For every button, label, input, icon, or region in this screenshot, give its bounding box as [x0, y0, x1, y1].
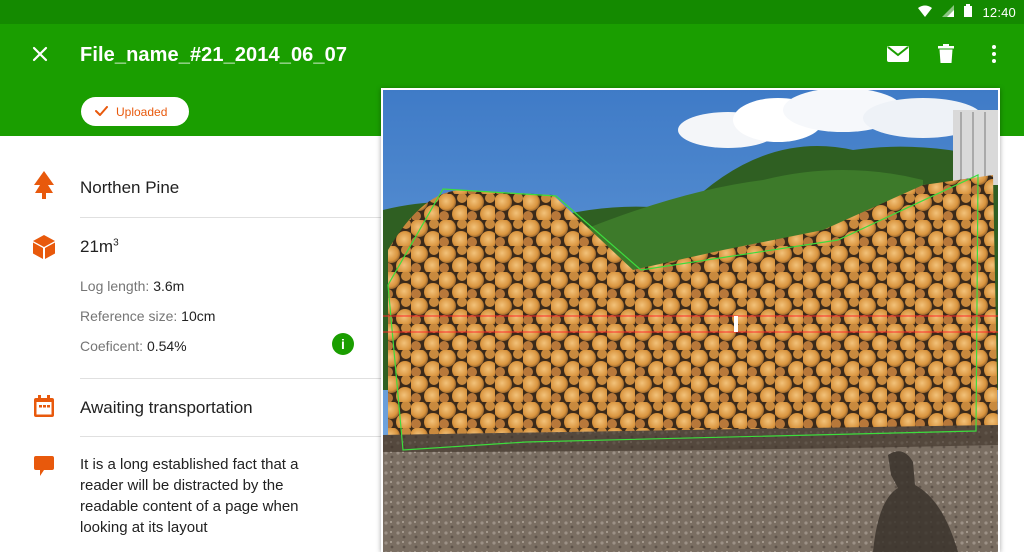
volume-value: 21m3: [80, 237, 119, 257]
calendar-icon: [32, 394, 56, 418]
toolbar-actions: [882, 40, 1010, 72]
divider: [80, 436, 382, 437]
log-length-detail: Log length: 3.6m: [80, 278, 184, 294]
more-vert-icon: [992, 44, 996, 68]
status-bar: 12:40: [0, 0, 1024, 24]
log-length-label: Log length:: [80, 278, 150, 294]
info-icon[interactable]: i: [332, 333, 354, 355]
delete-button[interactable]: [930, 40, 962, 72]
coefficient-label: Coeficent:: [80, 338, 144, 354]
log-photo-card[interactable]: [381, 88, 1000, 552]
battery-icon: [964, 4, 973, 20]
trash-icon: [938, 44, 954, 68]
status-icons: 12:40: [918, 0, 1016, 24]
more-options-button[interactable]: [978, 40, 1010, 72]
comment-text: It is a long established fact that a rea…: [80, 456, 299, 536]
status-chip-label: Uploaded: [116, 104, 168, 119]
signal-icon: [942, 4, 955, 20]
status-time: 12:40: [982, 4, 1016, 20]
volume-unit-exponent: 3: [113, 237, 119, 249]
mail-icon: [887, 45, 909, 67]
page-title: File_name_#21_2014_06_07: [80, 44, 348, 66]
reference-size-label: Reference size:: [80, 308, 178, 324]
log-pile-photo: [383, 90, 998, 552]
coefficient-detail: Coeficent: 0.54%: [80, 338, 187, 354]
log-length-value: 3.6m: [153, 278, 185, 294]
wifi-icon: [918, 5, 933, 20]
close-icon: [32, 46, 48, 67]
reference-size-detail: Reference size: 10cm: [80, 308, 215, 324]
close-button[interactable]: [24, 40, 56, 72]
divider: [80, 217, 382, 218]
species-label: Northen Pine: [80, 178, 180, 197]
uploaded-status-chip: Uploaded: [81, 97, 189, 126]
email-button[interactable]: [882, 40, 914, 72]
transport-status: Awaiting transportation: [80, 398, 253, 417]
volume-number: 21m: [80, 237, 114, 256]
cube-icon: [32, 235, 56, 259]
comment-icon: [32, 454, 56, 478]
reference-size-value: 10cm: [181, 308, 216, 324]
coefficient-value: 0.54%: [146, 338, 187, 354]
tree-icon: [32, 171, 56, 199]
details-panel: Northen Pine 21m3 Log length: 3.6m Refer…: [0, 136, 382, 552]
check-icon: [95, 105, 108, 119]
divider: [80, 378, 382, 379]
